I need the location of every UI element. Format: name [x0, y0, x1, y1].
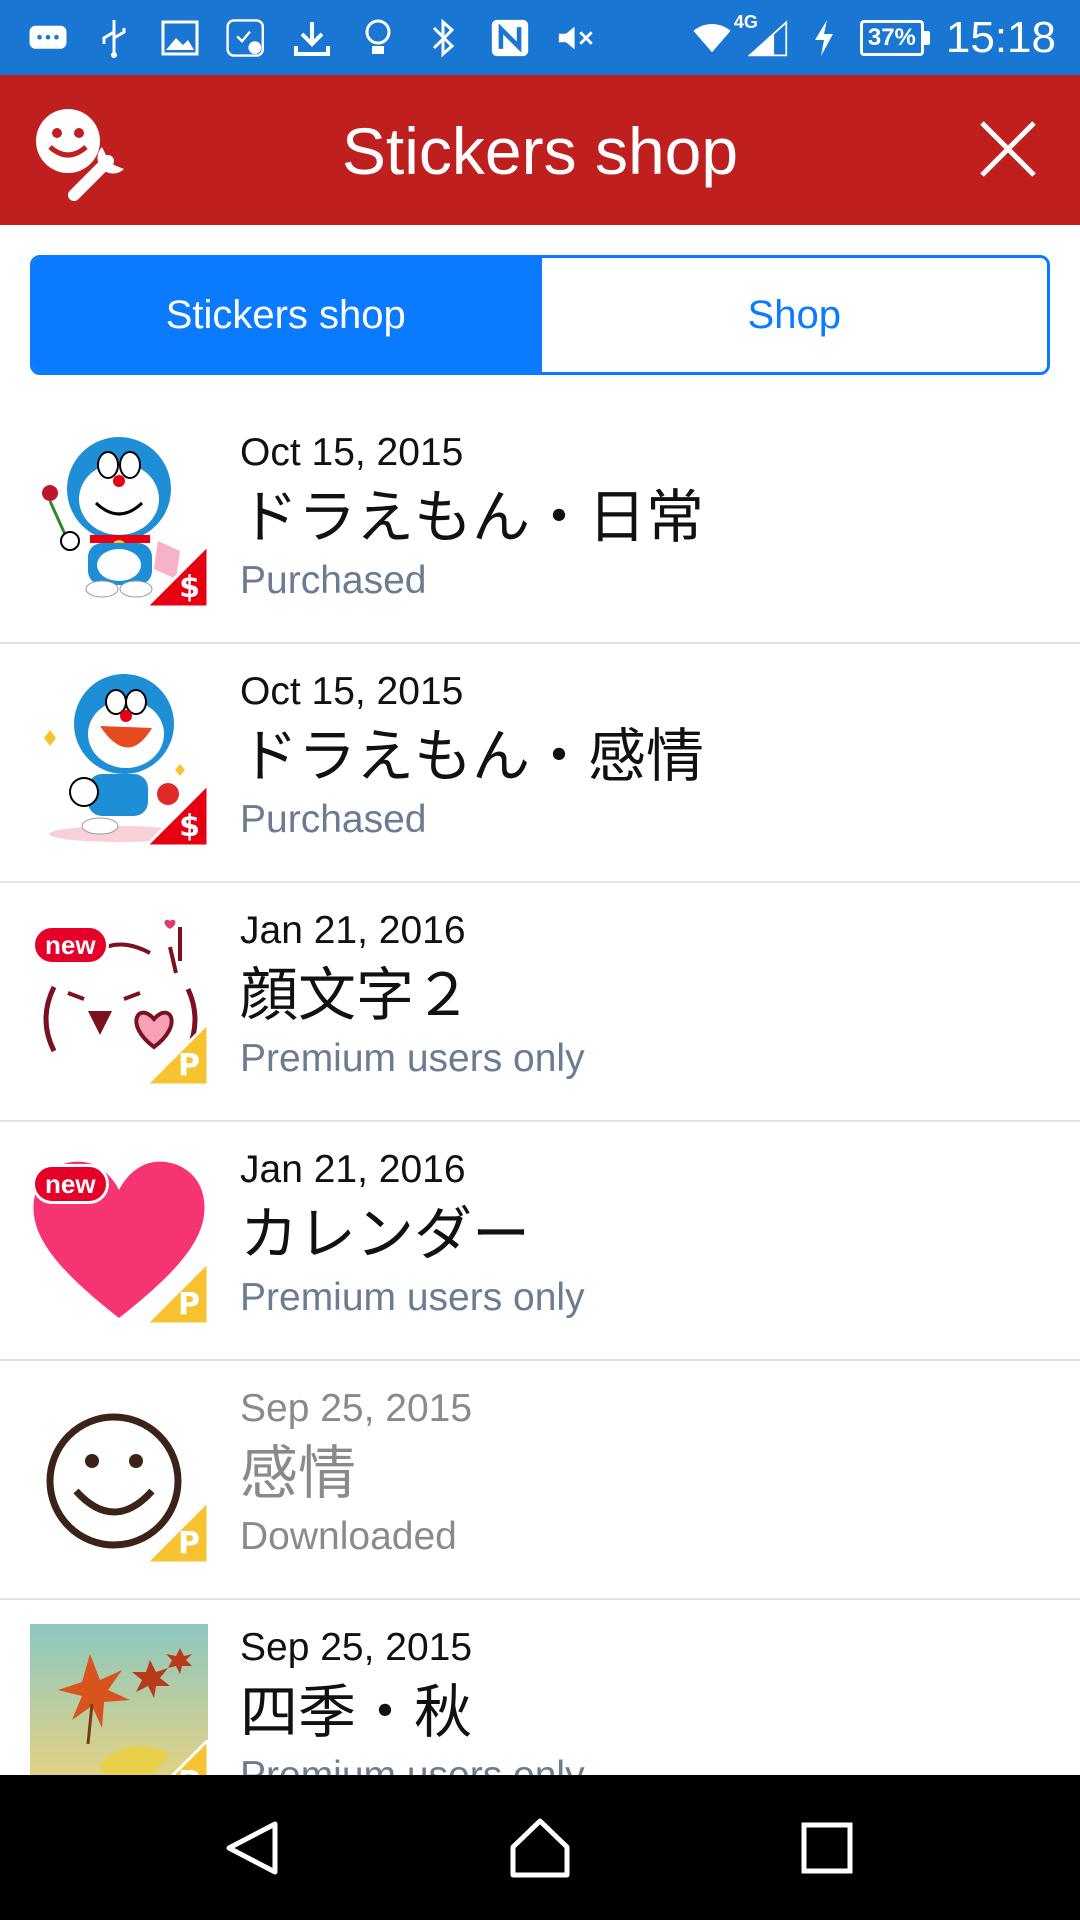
- item-status: Premium users only: [240, 1754, 585, 1775]
- back-icon: [226, 1821, 278, 1874]
- charging-icon: [804, 18, 844, 58]
- bulb-icon: [358, 18, 398, 58]
- network-label: 4G: [733, 11, 758, 32]
- badge-label: $: [179, 809, 200, 844]
- item-date: Oct 15, 2015: [240, 431, 464, 474]
- list-item[interactable]: $ Oct 15, 2015 ドラえもん・感情 Purchased: [0, 644, 1080, 883]
- home-button[interactable]: [500, 1808, 580, 1888]
- app-check-icon: [226, 18, 266, 58]
- system-nav-bar: [0, 1775, 1080, 1920]
- list-item[interactable]: P Sep 25, 2015 感情 Downloaded: [0, 1361, 1080, 1600]
- item-status: Purchased: [240, 559, 427, 602]
- item-status: Premium users only: [240, 1037, 585, 1080]
- badge-label: $: [179, 570, 200, 605]
- chat-icon: [28, 18, 68, 58]
- battery-level: 37%: [859, 19, 924, 56]
- item-name: カレンダー: [240, 1200, 531, 1268]
- recents-button[interactable]: [787, 1808, 867, 1888]
- heart-thumbnail: new P: [30, 1146, 208, 1324]
- item-status: Downloaded: [240, 1515, 457, 1558]
- smiley-thumbnail: P: [30, 1385, 208, 1563]
- item-date: Jan 21, 2016: [240, 1148, 466, 1191]
- badge-label: P: [178, 1526, 200, 1561]
- item-name: ドラえもん・感情: [240, 722, 705, 790]
- list-item[interactable]: P Sep 25, 2015 四季・秋 Premium users only: [0, 1600, 1080, 1775]
- item-name: ドラえもん・日常: [240, 483, 705, 551]
- list-item[interactable]: $ Oct 15, 2015 ドラえもん・日常 Purchased: [0, 405, 1080, 644]
- tab-stickers-shop[interactable]: Stickers shop: [33, 258, 539, 372]
- download-icon: [292, 18, 332, 58]
- item-date: Oct 15, 2015: [240, 670, 464, 713]
- clock: 15:18: [945, 12, 1056, 62]
- doraemon-thumbnail: $: [30, 429, 208, 607]
- item-name: 顔文字２: [240, 961, 473, 1029]
- list-item[interactable]: new P Jan 21, 2016 カレンダー Premium users o…: [0, 1122, 1080, 1361]
- new-badge: new: [32, 925, 109, 965]
- close-icon: [980, 121, 1036, 177]
- battery-indicator: 37%: [859, 19, 930, 56]
- back-button[interactable]: [213, 1808, 293, 1888]
- close-button[interactable]: [976, 117, 1040, 181]
- page-title: Stickers shop: [341, 114, 739, 188]
- sticker-list: $ Oct 15, 2015 ドラえもん・日常 Purchased $ Oct …: [0, 405, 1080, 1775]
- list-item[interactable]: new P Jan 21, 2016 顔文字２ Premium users on…: [0, 883, 1080, 1122]
- item-date: Jan 21, 2016: [240, 909, 466, 952]
- item-date: Sep 25, 2015: [240, 1626, 473, 1669]
- badge-label: P: [178, 1765, 200, 1775]
- item-status: Purchased: [240, 798, 427, 841]
- wifi-icon: [692, 18, 732, 58]
- badge-label: P: [178, 1048, 200, 1083]
- item-name: 四季・秋: [240, 1678, 473, 1746]
- autumn-leaves-thumbnail: P: [30, 1624, 208, 1775]
- tab-shop[interactable]: Shop: [538, 258, 1047, 372]
- nfc-icon: [490, 18, 530, 58]
- app-header: Stickers shop: [0, 75, 1080, 225]
- status-bar: 4G 37% 15:18: [0, 0, 1080, 75]
- doraemon-emotion-thumbnail: $: [30, 668, 208, 846]
- item-status: Premium users only: [240, 1276, 585, 1319]
- image-icon: [160, 18, 200, 58]
- item-name: 感情: [240, 1439, 357, 1507]
- segmented-tabs: Stickers shop Shop: [30, 255, 1050, 375]
- home-icon: [510, 1818, 570, 1877]
- usb-icon: [94, 18, 134, 58]
- kaomoji-thumbnail: new P: [30, 907, 208, 1085]
- new-badge: new: [32, 1164, 109, 1204]
- signal-icon: 4G: [734, 12, 788, 58]
- bluetooth-icon: [424, 18, 464, 58]
- mute-icon: [556, 18, 596, 58]
- badge-label: P: [178, 1287, 200, 1322]
- item-date: Sep 25, 2015: [240, 1387, 473, 1430]
- recents-icon: [801, 1822, 853, 1873]
